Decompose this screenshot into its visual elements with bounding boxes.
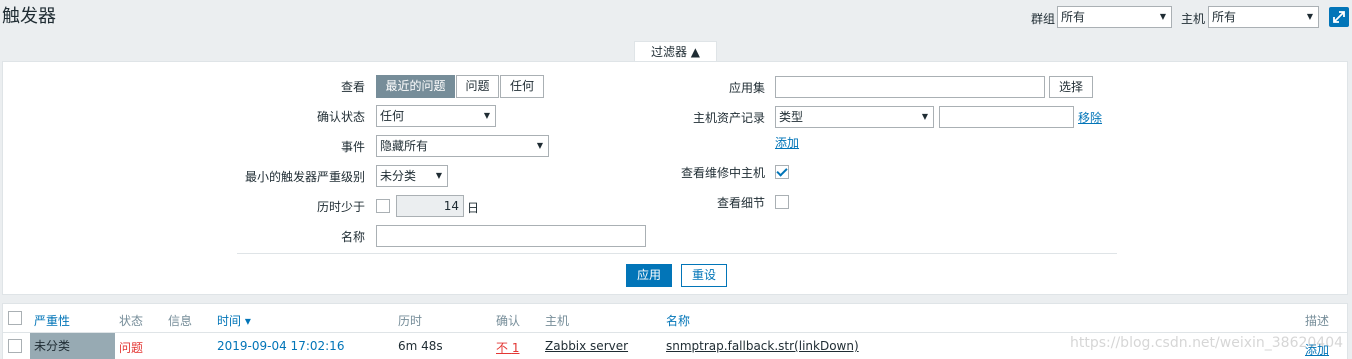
chevron-down-icon: ▼ <box>483 111 490 120</box>
fullscreen-icon <box>1333 11 1345 23</box>
col-description: 描述 <box>1305 314 1330 328</box>
col-severity[interactable]: 严重性 <box>34 312 70 329</box>
watermark: https://blog.csdn.net/weixin_38620404 <box>1070 335 1344 351</box>
status-cell: 问题 <box>119 341 144 355</box>
row-checkbox[interactable] <box>8 339 22 353</box>
chevron-down-icon: ▼ <box>1159 12 1166 21</box>
group-select[interactable]: 所有 ▼ <box>1057 6 1172 28</box>
col-host: 主机 <box>545 314 570 328</box>
name-input[interactable] <box>376 225 646 247</box>
col-age: 历时 <box>398 314 423 328</box>
filter-tab[interactable]: 过滤器 ▲ <box>634 41 717 62</box>
time-link[interactable]: 2019-09-04 17:02:16 <box>217 339 344 353</box>
add-inventory-link[interactable]: 添加 <box>775 134 799 151</box>
details-checkbox[interactable] <box>775 195 789 209</box>
inventory-field-select[interactable]: 类型 ▼ <box>775 106 934 128</box>
ack-status-label: 确认状态 <box>316 110 365 124</box>
filter-divider <box>237 253 1117 254</box>
age-label: 历时少于 <box>316 200 365 214</box>
host-select[interactable]: 所有 ▼ <box>1208 6 1319 28</box>
maintenance-checkbox[interactable] <box>775 165 789 179</box>
trigger-name-link[interactable]: snmptrap.fallback.str(linkDown) <box>666 339 859 353</box>
chevron-down-icon: ▼ <box>921 112 928 121</box>
age-input[interactable]: 14 <box>396 195 464 217</box>
page-title: 触发器 <box>2 6 56 27</box>
view-label: 查看 <box>340 80 365 94</box>
age-cell: 6m 48s <box>398 339 443 353</box>
application-label: 应用集 <box>728 81 765 95</box>
col-time[interactable]: 时间 ▾ <box>217 312 251 329</box>
host-label: 主机 <box>1181 12 1206 26</box>
col-info: 信息 <box>168 314 193 328</box>
fullscreen-button[interactable] <box>1329 7 1349 27</box>
inventory-value-input[interactable] <box>939 106 1074 128</box>
group-label: 群组 <box>1031 12 1056 26</box>
remove-link[interactable]: 移除 <box>1078 109 1102 126</box>
application-input[interactable] <box>775 76 1045 98</box>
chevron-down-icon: ▼ <box>435 171 442 180</box>
col-status: 状态 <box>119 314 144 328</box>
reset-button[interactable]: 重设 <box>681 264 727 287</box>
apply-button[interactable]: 应用 <box>626 264 672 287</box>
chevron-down-icon: ▼ <box>536 141 543 150</box>
min-severity-label: 最小的触发器严重级别 <box>244 170 365 184</box>
host-inventory-label: 主机资产记录 <box>692 111 765 125</box>
view-problems[interactable]: 问题 <box>456 75 499 98</box>
select-button[interactable]: 选择 <box>1049 76 1093 98</box>
severity-badge: 未分类 <box>30 333 115 359</box>
age-unit: 日 <box>467 201 480 215</box>
view-any[interactable]: 任何 <box>500 75 544 98</box>
chevron-down-icon: ▼ <box>1306 12 1313 21</box>
ack-status-select[interactable]: 任何 ▼ <box>376 105 496 127</box>
col-name[interactable]: 名称 <box>666 312 690 329</box>
name-label: 名称 <box>340 230 365 244</box>
events-select[interactable]: 隐藏所有 ▼ <box>376 135 549 157</box>
age-checkbox[interactable] <box>376 199 390 213</box>
maintenance-label: 查看维修中主机 <box>680 166 765 180</box>
min-severity-select[interactable]: 未分类 ▼ <box>376 165 448 187</box>
col-ack: 确认 <box>496 314 521 328</box>
events-label: 事件 <box>340 140 365 154</box>
ack-link[interactable]: 不 1 <box>496 339 519 356</box>
select-all-checkbox[interactable] <box>8 311 22 325</box>
header-divider <box>3 332 1347 333</box>
host-link[interactable]: Zabbix server <box>545 339 628 353</box>
view-recent-problems[interactable]: 最近的问题 <box>376 75 455 98</box>
filter-panel: 查看 最近的问题 问题 任何 确认状态 任何 ▼ 事件 隐藏所有 ▼ 最小的触发… <box>2 61 1348 295</box>
details-label: 查看细节 <box>716 196 765 210</box>
